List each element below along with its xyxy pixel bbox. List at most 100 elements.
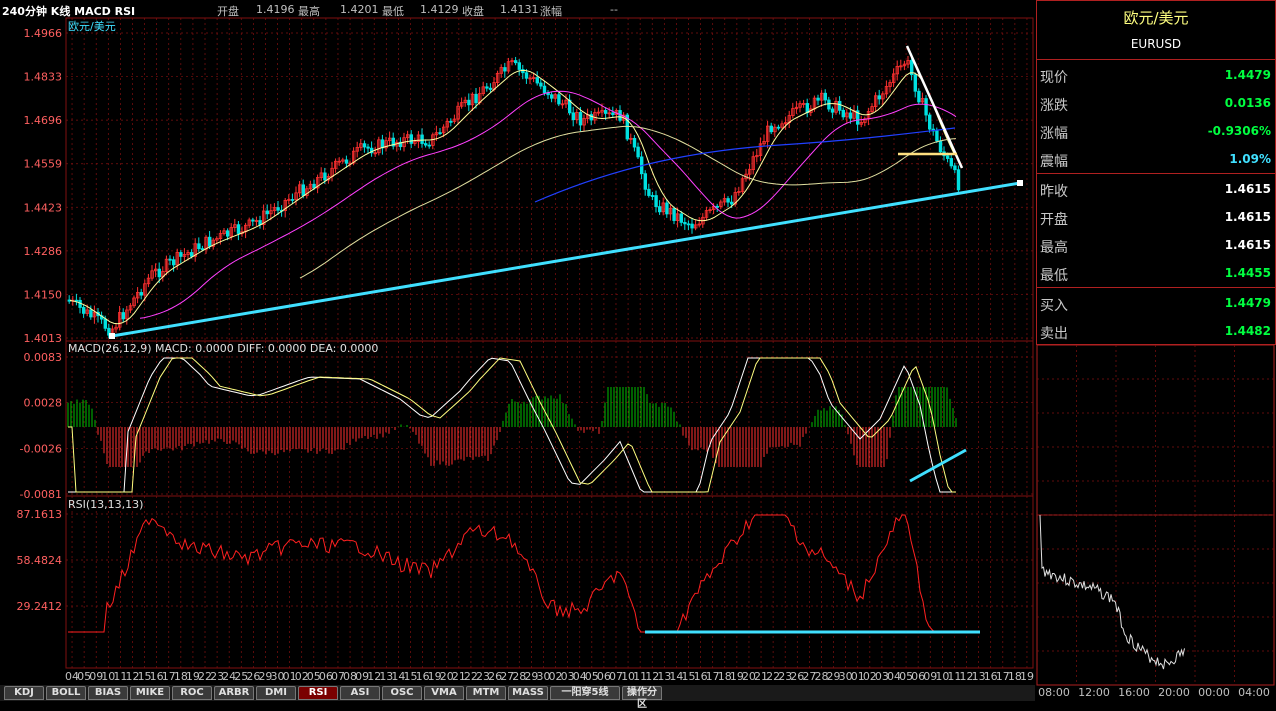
mini-x-label: 04:00 (1238, 686, 1270, 699)
candle-body (89, 309, 93, 318)
candle-body (251, 219, 255, 222)
candle-body (690, 223, 694, 229)
change-label: 涨幅 (540, 5, 562, 18)
quote-row-label: 开盘 (1040, 212, 1068, 228)
candle-body (647, 188, 651, 196)
candle-body (946, 155, 950, 159)
y-tick-label: 1.4150 (24, 288, 63, 301)
chart-canvas[interactable]: 1.4966 1.4833 1.4696 1.4559 1.4423 1.4286 1.41… (0, 0, 1035, 701)
candle-body (805, 103, 809, 114)
tab-7[interactable]: RSI (298, 686, 338, 700)
candle-body (82, 307, 86, 314)
candle-body (841, 109, 845, 118)
candle-body (654, 195, 658, 208)
macd-header: MACD(26,12,9) MACD: 0.0000 DIFF: 0.0000 … (68, 342, 378, 355)
quote-row-value: 1.4615 (1224, 238, 1271, 252)
candle-body (503, 67, 507, 72)
candle-body (550, 94, 554, 99)
candle-body (877, 95, 881, 100)
tab-12[interactable]: MASS (508, 686, 548, 700)
y-tick-label: 1.4559 (24, 158, 63, 171)
quote-row-value: 1.4482 (1224, 324, 1271, 338)
trendline-handle-start[interactable] (109, 333, 115, 339)
candle-body (917, 90, 921, 103)
tab-14[interactable]: 操作分区 (622, 686, 662, 710)
tab-8[interactable]: ASI (340, 686, 380, 700)
candle-body (488, 87, 493, 90)
tab-13[interactable]: 一阳穿5线 (550, 686, 620, 700)
candle-body (258, 220, 262, 225)
candle-body (301, 184, 305, 196)
candle-body (535, 77, 539, 84)
candle-body (953, 165, 957, 171)
tab-3[interactable]: MIKE (130, 686, 170, 700)
candle-body (949, 158, 953, 167)
candle-body (816, 97, 820, 101)
candle-body (168, 258, 172, 261)
candle-body (362, 143, 367, 148)
quote-row-label: 涨跌 (1040, 98, 1068, 114)
quote-row: 买入 1.4479 (1037, 289, 1275, 317)
y-tick-label: -0.0026 (20, 442, 62, 455)
mini-x-label: 12:00 (1078, 686, 1110, 699)
candle-body (474, 93, 478, 104)
candle-body (366, 146, 370, 149)
y-tick-label: 58.4824 (17, 554, 63, 567)
candle-body (683, 221, 687, 225)
tab-4[interactable]: ROC (172, 686, 212, 700)
indicator-tabs: KDJ BOLL BIAS MIKE ROC ARBR DMI RSI ASI OSC VMA MTM… (0, 685, 1035, 710)
candle-body (928, 114, 932, 130)
x-tick-label: 19 (1020, 670, 1034, 683)
candle-body (665, 202, 669, 215)
info-separator (1037, 173, 1275, 174)
tab-6[interactable]: DMI (256, 686, 296, 700)
mini-x-label: 08:00 (1038, 686, 1070, 699)
quote-row-value: 1.4455 (1224, 266, 1271, 280)
candle-body (643, 173, 647, 190)
candlesticks (67, 53, 961, 339)
candle-body (427, 144, 431, 147)
y-tick-label: 29.2412 (17, 600, 63, 613)
candle-body (74, 299, 79, 302)
tab-11[interactable]: MTM (466, 686, 506, 700)
intraday-mini-chart[interactable]: 08:00 12:00 16:00 20:00 00:00 04:00 (1036, 345, 1276, 701)
mini-x-label: 20:00 (1158, 686, 1190, 699)
quote-row: 涨跌 0.0136 (1037, 89, 1275, 117)
quote-row-value: 0.0136 (1224, 96, 1271, 110)
y-tick-label: 0.0083 (24, 351, 63, 364)
candle-body (636, 146, 640, 158)
candle-body (557, 94, 561, 105)
y-tick-label: 1.4696 (24, 114, 63, 127)
open-label: 开盘 (217, 5, 239, 18)
tab-2[interactable]: BIAS (88, 686, 128, 700)
quote-row-label: 昨收 (1040, 184, 1068, 200)
candle-body (632, 137, 637, 148)
tab-0[interactable]: KDJ (4, 686, 44, 700)
candle-body (409, 134, 413, 144)
close-value: 1.4131 (500, 3, 539, 16)
trendline-handle-end[interactable] (1017, 180, 1023, 186)
high-value: 1.4201 (340, 3, 379, 16)
y-tick-label: 1.4833 (24, 71, 63, 84)
quote-row: 卖出 1.4482 (1037, 317, 1275, 345)
tab-9[interactable]: OSC (382, 686, 422, 700)
candle-body (611, 112, 615, 115)
y-tick-label: 1.4013 (24, 332, 63, 345)
candle-body (236, 224, 241, 234)
candle-body (200, 248, 205, 251)
candle-body (171, 259, 176, 266)
candle-body (323, 172, 327, 181)
quote-row-value: 1.4615 (1224, 210, 1271, 224)
tab-10[interactable]: VMA (424, 686, 464, 700)
quote-row: 现价 1.4479 (1037, 61, 1275, 89)
quote-panel: 欧元/美元 EURUSD 现价 1.4479 涨跌 0.0136 涨幅 -0.9306% 震… (1036, 0, 1276, 345)
quote-row: 开盘 1.4615 (1037, 203, 1275, 231)
candle-body (189, 252, 194, 257)
quote-row-value: 1.09% (1229, 152, 1271, 166)
candle-body (179, 252, 183, 257)
candle-body (539, 82, 543, 87)
candle-body (838, 100, 842, 111)
low-value: 1.4129 (420, 3, 459, 16)
tab-5[interactable]: ARBR (214, 686, 254, 700)
tab-1[interactable]: BOLL (46, 686, 86, 700)
